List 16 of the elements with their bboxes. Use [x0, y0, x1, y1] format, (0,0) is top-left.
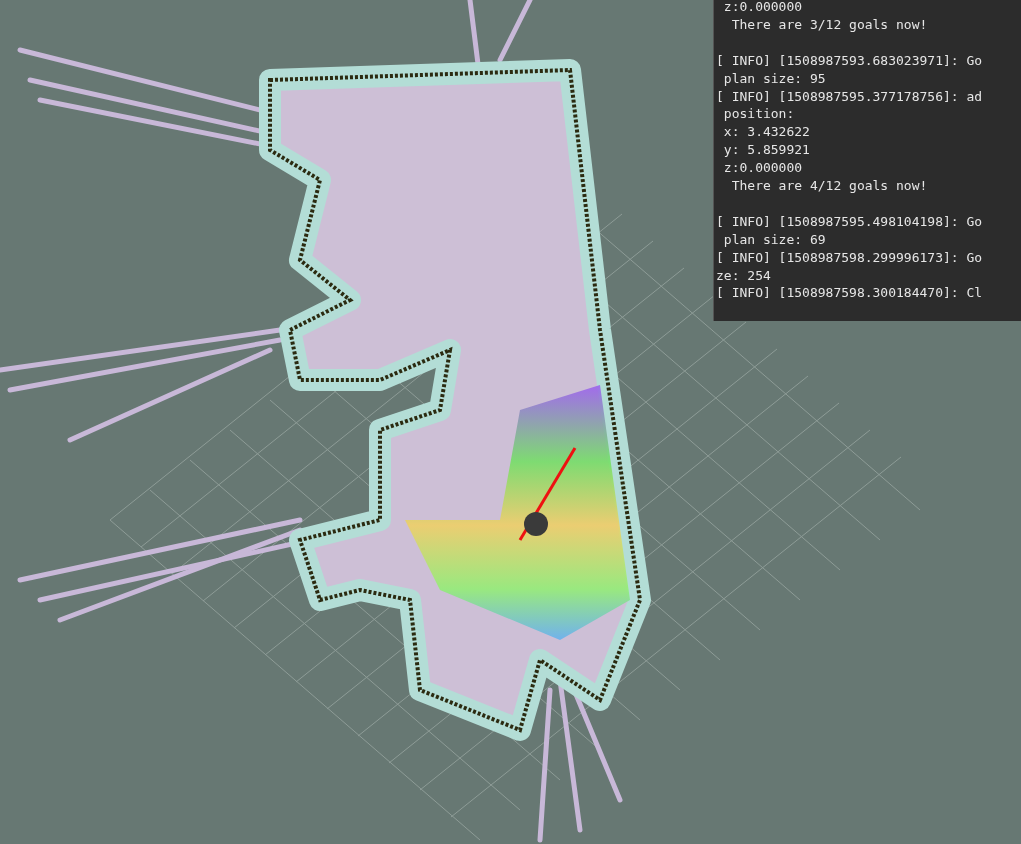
terminal-line: plan size: 69 [722, 230, 826, 249]
terminal-line: position: [722, 105, 795, 124]
terminal-line: There are 3/12 goals now! [730, 15, 928, 34]
terminal-line: x: 3.432622 [722, 123, 810, 142]
terminal-line: y: 5.859921 [722, 141, 810, 160]
terminal-line: [ INFO] [1508987593.683023971]: Go [716, 51, 983, 70]
terminal-line: [ INFO] [1508987598.300184470]: Cl [716, 284, 983, 303]
robot-icon [524, 512, 548, 536]
terminal-line: There are 4/12 goals now! [730, 177, 928, 195]
terminal-line: [ INFO] [1508987595.377178756]: ad [716, 87, 983, 106]
terminal-line: z:0.000000 [722, 0, 803, 16]
terminal-line: [ INFO] [1508987595.498104198]: Go [716, 212, 983, 231]
terminal-line: ze: 254 [716, 266, 771, 285]
terminal-line: z:0.000000 [722, 159, 803, 178]
terminal-line: plan size: 95 [722, 69, 826, 88]
terminal-line: [ INFO] [1508987598.299996173]: Go [716, 248, 983, 267]
